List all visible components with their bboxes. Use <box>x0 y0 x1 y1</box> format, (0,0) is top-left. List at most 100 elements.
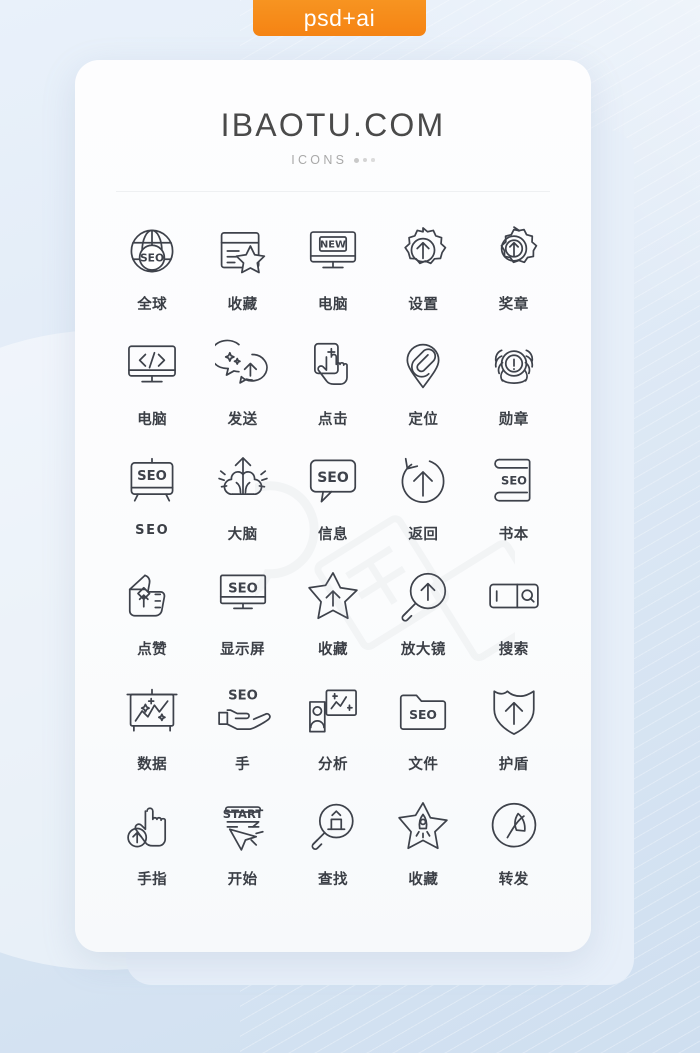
icon-cell-bookmark-star[interactable]: 收藏 <box>197 214 287 329</box>
icon-cell-seo-message[interactable]: SEO 信息 <box>288 444 378 559</box>
icon-cell-data-chart-board[interactable]: 数据 <box>107 674 197 789</box>
icon-cell-gear-arrow[interactable]: 设置 <box>378 214 468 329</box>
icon-cell-seo-folder[interactable]: SEO 文件 <box>378 674 468 789</box>
magnifier-arrow-icon <box>390 563 456 629</box>
icon-label: 发送 <box>227 412 258 428</box>
seo-hand-icon: SEO <box>210 678 276 744</box>
icon-label: 定位 <box>408 412 439 428</box>
page-subtitle: ICONS <box>291 153 348 167</box>
start-cursor-icon: START <box>210 793 276 859</box>
icon-cell-laurel-badge[interactable]: 勋章 <box>469 329 559 444</box>
icon-label: 电脑 <box>317 297 348 313</box>
icon-cell-monitor-code[interactable]: 电脑 <box>107 329 197 444</box>
star-rocket-icon <box>390 793 456 859</box>
icon-cell-analysis-person[interactable]: 分析 <box>288 674 378 789</box>
svg-text:SEO: SEO <box>501 473 527 487</box>
icon-cell-shield-arrow[interactable]: 护盾 <box>469 674 559 789</box>
icon-label: 返回 <box>408 527 439 543</box>
icon-label: 显示屏 <box>220 642 266 658</box>
monitor-code-icon <box>119 333 185 399</box>
icon-cell-seo-book[interactable]: SEO 书本 <box>469 444 559 559</box>
icon-label: 全球 <box>137 297 168 313</box>
icon-label: 分析 <box>317 757 348 773</box>
icon-cell-chat-send[interactable]: 发送 <box>197 329 287 444</box>
seo-display-icon: SEO <box>210 563 276 629</box>
icon-label: 转发 <box>498 872 529 888</box>
icon-cell-finger-arrow[interactable]: 手指 <box>107 789 197 904</box>
icon-label: 搜索 <box>498 642 529 658</box>
svg-text:NEW: NEW <box>320 240 346 251</box>
icon-cell-magnifier-chart[interactable]: 查找 <box>288 789 378 904</box>
icon-label: 点赞 <box>137 642 168 658</box>
page-title: IBAOTU.COM <box>220 107 446 143</box>
psd-ai-badge: psd+ai <box>253 0 426 36</box>
icon-cell-seo-board[interactable]: SEO SEO <box>107 444 197 559</box>
icon-cell-thumbs-up[interactable]: 点赞 <box>107 559 197 674</box>
icon-label: 护盾 <box>498 757 529 773</box>
icon-label: 大脑 <box>227 527 258 543</box>
icon-label: 书本 <box>498 527 529 543</box>
svg-text:SEO: SEO <box>228 688 258 703</box>
icon-label: 收藏 <box>317 642 348 658</box>
icon-grid: SEO 全球 收藏 NEW 电脑 设置 奖章 电脑 发送 点击 定位 勋章 SEO SEO 大脑 SEO 信息返… <box>107 192 559 904</box>
icon-cell-globe-seo[interactable]: SEO 全球 <box>107 214 197 329</box>
svg-text:START: START <box>222 807 263 821</box>
subtitle-row: ICONS <box>75 153 591 167</box>
analysis-person-icon <box>300 678 366 744</box>
icon-label: 奖章 <box>498 297 529 313</box>
svg-text:SEO: SEO <box>137 469 167 484</box>
icon-cell-magnifier-arrow[interactable]: 放大镜 <box>378 559 468 674</box>
icon-label: 数据 <box>137 757 168 773</box>
icon-cell-seo-hand[interactable]: SEO 手 <box>197 674 287 789</box>
icon-cell-search-bar[interactable]: 搜索 <box>469 559 559 674</box>
icon-label: 电脑 <box>137 412 168 428</box>
svg-text:SEO: SEO <box>140 252 164 265</box>
icon-cell-star-rocket[interactable]: 收藏 <box>378 789 468 904</box>
icon-label: 收藏 <box>227 297 258 313</box>
icon-cell-click-hand[interactable]: 点击 <box>288 329 378 444</box>
icon-cell-return-arrow[interactable]: 返回 <box>378 444 468 559</box>
seo-message-icon: SEO <box>300 448 366 514</box>
icon-label: 勋章 <box>498 412 529 428</box>
icon-label: 信息 <box>317 527 348 543</box>
click-hand-icon <box>300 333 366 399</box>
icon-cell-location-clip[interactable]: 定位 <box>378 329 468 444</box>
icon-label: 开始 <box>227 872 258 888</box>
star-arrow-icon <box>300 563 366 629</box>
svg-text:SEO: SEO <box>317 470 349 486</box>
monitor-new-icon: NEW <box>300 218 366 284</box>
medal-arrow-icon <box>481 218 547 284</box>
gear-arrow-icon <box>390 218 456 284</box>
data-chart-board-icon <box>119 678 185 744</box>
icon-label: 点击 <box>317 412 348 428</box>
card-header: IBAOTU.COM ICONS <box>75 60 591 192</box>
laurel-badge-icon <box>481 333 547 399</box>
icon-set-card: IBAOTU.COM ICONS SEO 全球 收藏 NEW 电脑 设置 奖章 电脑 发送 点击定… <box>75 60 591 952</box>
bookmark-star-icon <box>210 218 276 284</box>
icon-cell-forward-rocket[interactable]: 转发 <box>469 789 559 904</box>
icon-label: 手 <box>235 757 251 773</box>
seo-board-icon: SEO <box>119 448 185 514</box>
search-bar-icon <box>481 563 547 629</box>
shield-arrow-icon <box>481 678 547 744</box>
icon-cell-start-cursor[interactable]: START 开始 <box>197 789 287 904</box>
icon-label: 收藏 <box>408 872 439 888</box>
thumbs-up-icon <box>119 563 185 629</box>
icon-cell-seo-display[interactable]: SEO 显示屏 <box>197 559 287 674</box>
icon-cell-medal-arrow[interactable]: 奖章 <box>469 214 559 329</box>
brain-arrow-icon <box>210 448 276 514</box>
icon-cell-brain-arrow[interactable]: 大脑 <box>197 444 287 559</box>
icon-label: SEO <box>135 523 170 538</box>
forward-rocket-icon <box>481 793 547 859</box>
icon-label: 放大镜 <box>400 642 446 658</box>
icon-cell-monitor-new[interactable]: NEW 电脑 <box>288 214 378 329</box>
icon-cell-star-arrow[interactable]: 收藏 <box>288 559 378 674</box>
icon-label: 手指 <box>137 872 168 888</box>
globe-seo-icon: SEO <box>119 218 185 284</box>
decorative-dots-icon <box>354 157 375 163</box>
location-clip-icon <box>390 333 456 399</box>
svg-text:SEO: SEO <box>228 582 258 597</box>
icon-label: 设置 <box>408 297 439 313</box>
magnifier-chart-icon <box>300 793 366 859</box>
finger-arrow-icon <box>119 793 185 859</box>
